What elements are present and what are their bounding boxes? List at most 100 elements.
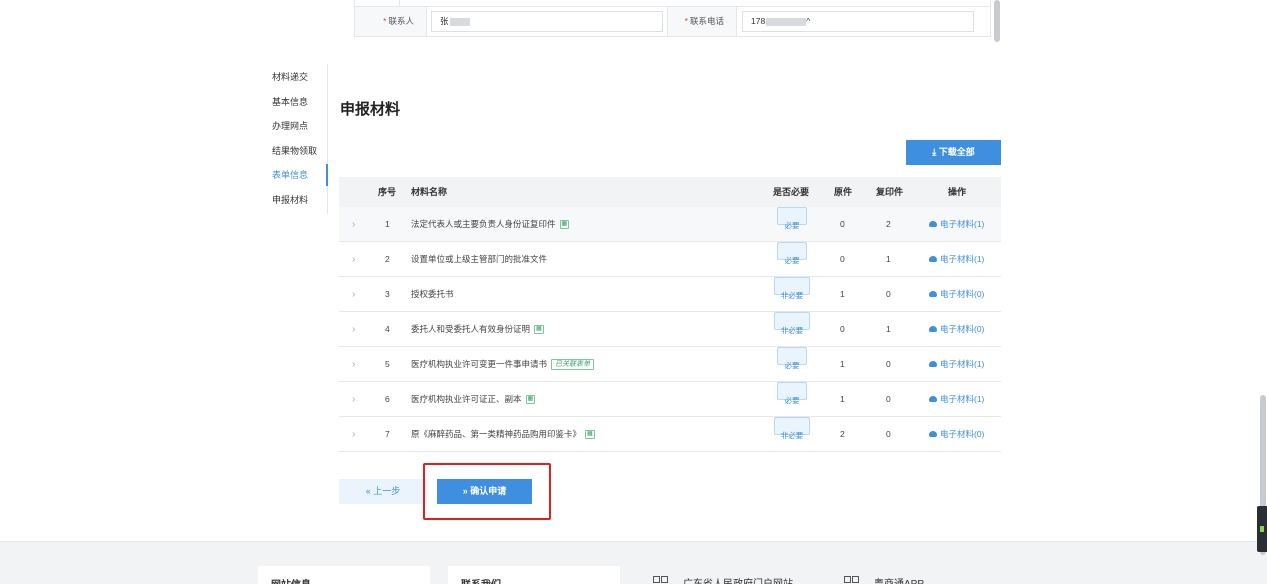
material-name: 设置单位或上级主管部门的批准文件 xyxy=(411,254,548,264)
original-count: 1 xyxy=(840,394,845,404)
electronic-material-link[interactable]: 电子材料(1) xyxy=(929,242,984,277)
ocr-icon: ▦ xyxy=(585,430,595,440)
ocr-icon: ▦ xyxy=(559,220,570,230)
original-count: 0 xyxy=(840,254,845,264)
row-index: 1 xyxy=(385,219,390,229)
qr-icon xyxy=(844,575,860,584)
table-row[interactable]: › 5 医疗机构执业许可变更一件事申请书 已关联表单 必要 1 0 电子材料(1) xyxy=(339,347,1001,382)
original-count: 1 xyxy=(840,359,845,369)
header-action: 操作 xyxy=(948,187,967,197)
required-badge: 非必要 xyxy=(774,277,810,300)
copy-count: 0 xyxy=(886,359,891,369)
material-name: 授权委托书 xyxy=(411,289,454,299)
cloud-upload-icon xyxy=(929,290,937,297)
nav-item-result-pickup[interactable]: 结果物领取 xyxy=(272,144,317,158)
required-badge: 必要 xyxy=(777,207,807,230)
nav-item-submission[interactable]: 材料递交 xyxy=(272,70,308,84)
required-badge: 非必要 xyxy=(774,312,810,335)
contact-form: * 联系人 张 * 联系电话 178 ^ xyxy=(354,0,991,37)
highlight-box xyxy=(423,463,551,520)
contact-row: * 联系人 张 * 联系电话 178 ^ xyxy=(355,7,990,36)
expand-chevron-icon[interactable]: › xyxy=(352,312,355,347)
contact-phone-input[interactable]: 178 ^ xyxy=(742,11,974,32)
row-index: 5 xyxy=(385,359,390,369)
table-row[interactable]: › 2 设置单位或上级主管部门的批准文件 必要 0 1 电子材料(1) xyxy=(339,242,1001,277)
nav-item-service-point[interactable]: 办理网点 xyxy=(272,119,308,133)
contact-phone-label: * 联系电话 xyxy=(667,7,737,36)
contact-person-label: * 联系人 xyxy=(355,7,427,36)
required-badge: 必要 xyxy=(777,242,807,265)
electronic-material-link[interactable]: 电子材料(0) xyxy=(929,277,984,312)
header-copy: 复印件 xyxy=(876,187,904,197)
electronic-material-link[interactable]: 电子材料(1) xyxy=(929,207,984,242)
table-row[interactable]: › 4 委托人和受委托人有效身份证明 ▦ 非必要 0 1 电子材料(0) xyxy=(339,312,1001,347)
nav-item-materials[interactable]: 申报材料 xyxy=(272,193,308,207)
table-row[interactable]: › 7 原《麻醉药品、第一类精神药品购用印鉴卡》 ▦ 非必要 2 0 电子材料(0) xyxy=(339,417,1001,452)
form-divider xyxy=(355,0,990,7)
original-count: 0 xyxy=(840,324,845,334)
expand-chevron-icon[interactable]: › xyxy=(352,277,355,312)
contact-person-input[interactable]: 张 xyxy=(431,11,663,32)
cloud-upload-icon xyxy=(929,395,937,402)
expand-chevron-icon[interactable]: › xyxy=(352,207,355,242)
ocr-icon: ▦ xyxy=(534,325,544,335)
table-row[interactable]: › 1 法定代表人或主要负责人身份证复印件 ▦ 必要 0 2 电子材料(1) xyxy=(339,207,1001,242)
material-name: 医疗机构执业许可变更一件事申请书 已关联表单 xyxy=(411,347,595,382)
nav-item-form-info[interactable]: 表单信息 xyxy=(272,168,308,182)
footer-card-contact[interactable]: 联系我们 xyxy=(448,566,620,584)
expand-chevron-icon[interactable]: › xyxy=(352,382,355,417)
row-index: 6 xyxy=(385,394,390,404)
original-count: 2 xyxy=(840,429,845,439)
row-index: 4 xyxy=(385,324,390,334)
header-original: 原件 xyxy=(834,187,853,197)
copy-count: 1 xyxy=(886,254,891,264)
copy-count: 2 xyxy=(886,219,891,229)
expand-chevron-icon[interactable]: › xyxy=(352,417,355,452)
header-index: 序号 xyxy=(378,187,397,197)
table-row[interactable]: › 3 授权委托书 非必要 1 0 电子材料(0) xyxy=(339,277,1001,312)
electronic-material-link[interactable]: 电子材料(1) xyxy=(929,382,984,417)
footer: 网站信息 联系我们 广东省人民政府门户网站 粤商通APP xyxy=(0,541,1267,584)
copy-count: 0 xyxy=(886,289,891,299)
material-name: 原《麻醉药品、第一类精神药品购用印鉴卡》 ▦ xyxy=(411,429,595,440)
materials-table: 序号 材料名称 是否必要 原件 复印件 操作 › 1 法定代表人或主要负责人身份证复… xyxy=(339,177,1001,452)
table-row[interactable]: › 6 医疗机构执业许可证正、副本 ▦ 必要 1 0 电子材料(1) xyxy=(339,382,1001,417)
cloud-upload-icon xyxy=(929,220,937,227)
row-index: 2 xyxy=(385,254,390,264)
copy-count: 0 xyxy=(886,429,891,439)
side-widget[interactable] xyxy=(1257,506,1267,552)
material-name: 委托人和受委托人有效身份证明 ▦ xyxy=(411,324,544,335)
material-name: 医疗机构执业许可证正、副本 ▦ xyxy=(411,394,536,405)
row-index: 3 xyxy=(385,289,390,299)
download-all-button[interactable]: ⤓ 下载全部 xyxy=(906,140,1001,165)
header-name: 材料名称 xyxy=(411,187,448,197)
nav-item-basic-info[interactable]: 基本信息 xyxy=(272,95,308,109)
header-required: 是否必要 xyxy=(773,187,810,197)
expand-chevron-icon[interactable]: › xyxy=(352,347,355,382)
cloud-upload-icon xyxy=(929,255,937,262)
cloud-upload-icon xyxy=(929,360,937,367)
linked-form-tag: 已关联表单 xyxy=(551,359,595,371)
copy-count: 1 xyxy=(886,324,891,334)
required-badge: 必要 xyxy=(777,347,807,370)
prev-step-button[interactable]: « 上一步 xyxy=(339,479,427,504)
electronic-material-link[interactable]: 电子材料(1) xyxy=(929,347,984,382)
cloud-upload-icon xyxy=(929,430,937,437)
table-header: 序号 材料名称 是否必要 原件 复印件 操作 xyxy=(339,177,1001,207)
copy-count: 0 xyxy=(886,394,891,404)
cloud-upload-icon xyxy=(929,325,937,332)
ocr-icon: ▦ xyxy=(525,395,536,405)
electronic-material-link[interactable]: 电子材料(0) xyxy=(929,312,984,347)
original-count: 0 xyxy=(840,219,845,229)
required-badge: 非必要 xyxy=(774,417,810,440)
inner-scrollbar[interactable] xyxy=(993,0,1001,42)
side-nav: 材料递交 基本信息 办理网点 结果物领取 表单信息 申报材料 xyxy=(258,64,328,214)
electronic-material-link[interactable]: 电子材料(0) xyxy=(929,417,984,452)
nav-active-indicator xyxy=(326,164,328,186)
expand-chevron-icon[interactable]: › xyxy=(352,242,355,277)
qr-icon xyxy=(653,575,669,584)
original-count: 1 xyxy=(840,289,845,299)
material-name: 法定代表人或主要负责人身份证复印件 ▦ xyxy=(411,219,570,230)
footer-card-site-info[interactable]: 网站信息 xyxy=(258,566,430,584)
row-index: 7 xyxy=(385,429,390,439)
